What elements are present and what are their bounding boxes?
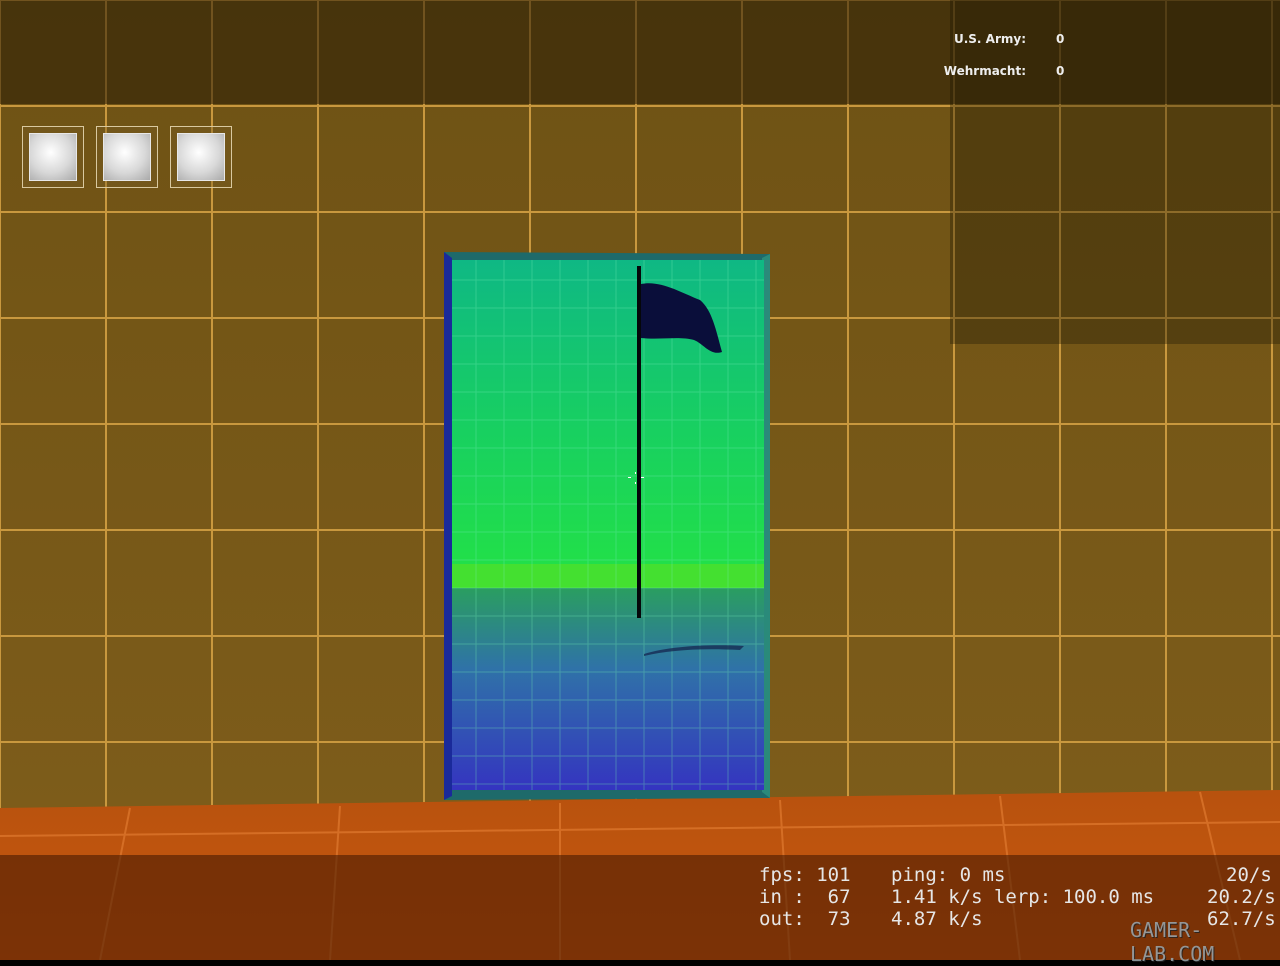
netgraph-ping: ping: 0 ms: [891, 864, 1006, 886]
watermark-logo: GAMER-LAB.COM: [1130, 918, 1215, 966]
inventory-slot-3[interactable]: [170, 126, 232, 188]
netgraph-in: in : 67: [759, 886, 851, 908]
team-name: Wehrmacht:: [943, 64, 1026, 78]
netgraph-in-stats: 1.41 k/s lerp: 100.0 ms: [891, 886, 1155, 908]
flag-pole: [637, 266, 641, 618]
empty-slot-icon: [29, 133, 77, 181]
door-frame-left-side: [444, 252, 452, 800]
netgraph-fps: fps: 101: [759, 864, 851, 886]
team-name: U.S. Army:: [953, 32, 1026, 46]
crosshair-icon: [628, 472, 644, 484]
scoreboard-panel: [950, 0, 1280, 344]
netgraph-out: out: 73: [759, 908, 851, 930]
netgraph-rate: 20/s: [1226, 864, 1272, 886]
inventory-slot-2[interactable]: [96, 126, 158, 188]
inventory-slot-1[interactable]: [22, 126, 84, 188]
netgraph-in-rate: 20.2/s: [1207, 886, 1276, 908]
empty-slot-icon: [177, 133, 225, 181]
empty-slot-icon: [103, 133, 151, 181]
team-score: 0: [1056, 64, 1065, 78]
team-score: 0: [1056, 32, 1065, 46]
netgraph-out-stats: 4.87 k/s: [891, 908, 983, 930]
